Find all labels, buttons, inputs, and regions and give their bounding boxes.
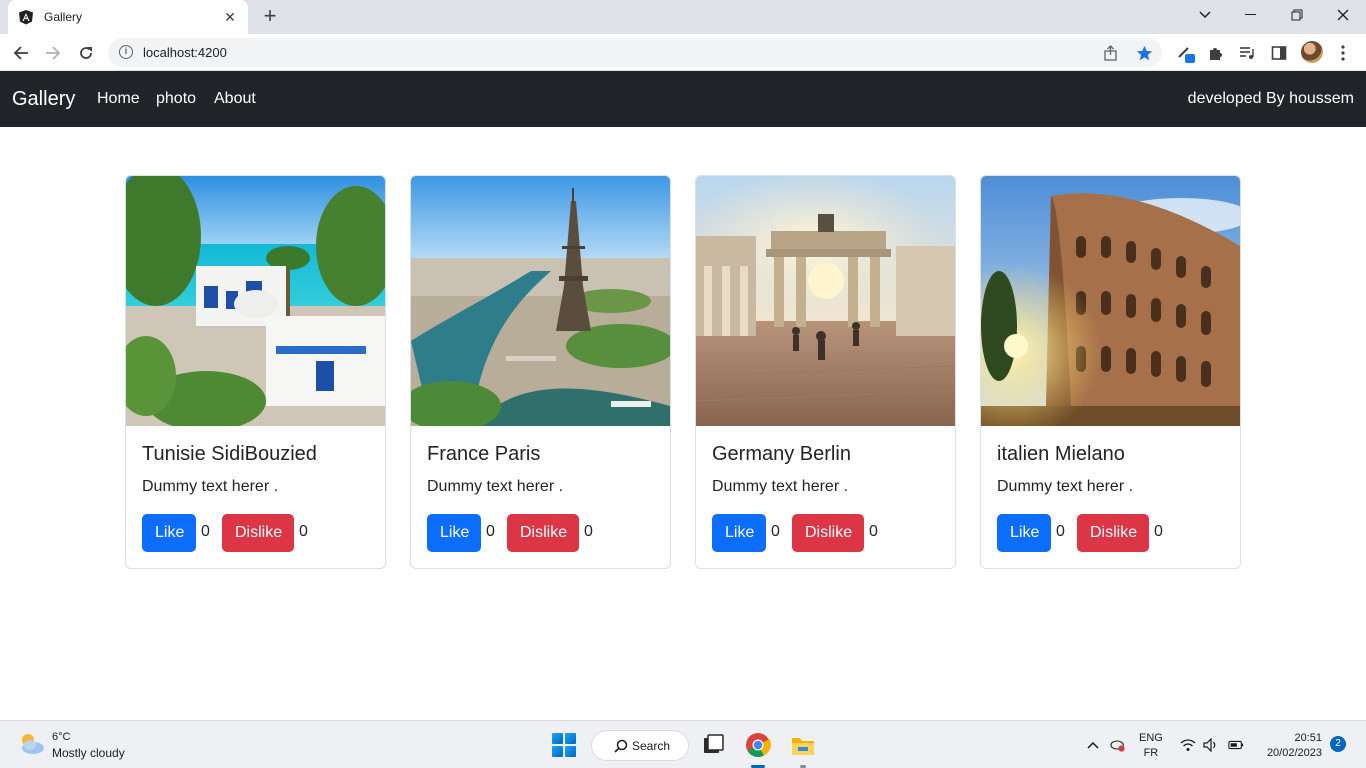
card-image-berlin <box>696 176 955 426</box>
gallery-card-rome: italien Mielano Dummy text herer . Like … <box>980 175 1241 569</box>
windows-start-icon[interactable] <box>552 733 576 757</box>
address-bar[interactable]: i localhost:4200 <box>108 38 1162 67</box>
card-title: italien Mielano <box>997 443 1125 465</box>
volume-icon[interactable] <box>1203 737 1219 753</box>
dislike-button[interactable]: Dislike <box>792 514 864 552</box>
nav-link-home[interactable]: Home <box>97 90 140 108</box>
extension-pen-icon[interactable] <box>1176 43 1196 63</box>
close-window-icon[interactable] <box>1320 0 1366 30</box>
nav-link-about[interactable]: About <box>214 90 256 108</box>
site-info-icon[interactable]: i <box>119 45 133 59</box>
like-button[interactable]: Like <box>712 514 766 552</box>
forward-icon[interactable] <box>40 40 66 66</box>
weather-temperature[interactable]: 6°C <box>52 731 70 743</box>
gallery-card-tunisie: Tunisie SidiBouzied Dummy text herer . L… <box>125 175 386 569</box>
windows-taskbar: 6°C Mostly cloudy Search ENG FR 20:51 20… <box>0 720 1366 768</box>
dislike-count: 0 <box>869 523 878 540</box>
angular-icon <box>19 10 33 25</box>
search-icon <box>614 739 628 753</box>
clock-time: 20:51 <box>1294 732 1322 744</box>
dislike-count: 0 <box>1154 523 1163 540</box>
card-text: Dummy text herer . <box>427 478 564 495</box>
language-bottom: FR <box>1143 747 1159 759</box>
card-text: Dummy text herer . <box>712 478 849 495</box>
dislike-button[interactable]: Dislike <box>1077 514 1149 552</box>
extensions-puzzle-icon[interactable] <box>1206 43 1226 63</box>
weather-condition[interactable]: Mostly cloudy <box>52 746 125 760</box>
gallery-card-berlin: Germany Berlin Dummy text herer . Like 0… <box>695 175 956 569</box>
media-control-icon[interactable] <box>1237 43 1257 63</box>
minimize-icon[interactable] <box>1228 0 1274 30</box>
card-image-tunisie <box>126 176 385 426</box>
like-button[interactable]: Like <box>142 514 196 552</box>
tab-title: Gallery <box>44 10 83 24</box>
new-tab-button[interactable]: + <box>258 5 282 29</box>
browser-tab-gallery[interactable]: Gallery ✕ <box>8 0 248 34</box>
file-explorer-icon[interactable] <box>790 732 816 758</box>
wifi-icon[interactable] <box>1180 737 1196 753</box>
reload-icon[interactable] <box>73 40 99 66</box>
nav-link-photo[interactable]: photo <box>156 90 196 108</box>
browser-tabstrip: Gallery ✕ + <box>0 0 1366 34</box>
like-button[interactable]: Like <box>427 514 481 552</box>
language-top: ENG <box>1139 732 1163 744</box>
restore-icon[interactable] <box>1274 0 1320 30</box>
card-text: Dummy text herer . <box>142 478 279 495</box>
dislike-button[interactable]: Dislike <box>507 514 579 552</box>
onedrive-icon[interactable] <box>1110 737 1126 753</box>
navbar-brand[interactable]: Gallery <box>12 88 75 111</box>
language-indicator[interactable]: ENG FR <box>1139 731 1163 761</box>
task-view-icon[interactable] <box>700 732 726 758</box>
card-text: Dummy text herer . <box>997 478 1134 495</box>
card-image-paris <box>411 176 670 426</box>
like-count: 0 <box>486 523 495 540</box>
like-count: 0 <box>771 523 780 540</box>
card-title: Tunisie SidiBouzied <box>142 443 317 465</box>
chevron-up-icon[interactable] <box>1085 737 1101 753</box>
dislike-count: 0 <box>584 523 593 540</box>
like-count: 0 <box>201 523 210 540</box>
profile-avatar[interactable] <box>1301 41 1323 63</box>
taskbar-search[interactable]: Search <box>591 730 689 761</box>
battery-icon[interactable] <box>1228 737 1244 753</box>
like-count: 0 <box>1056 523 1065 540</box>
like-button[interactable]: Like <box>997 514 1051 552</box>
search-label: Search <box>632 739 671 753</box>
close-tab-icon[interactable]: ✕ <box>222 9 238 26</box>
dislike-button[interactable]: Dislike <box>222 514 294 552</box>
card-title: Germany Berlin <box>712 443 851 465</box>
browser-toolbar: i localhost:4200 <box>0 34 1366 71</box>
chrome-icon[interactable] <box>745 732 771 758</box>
tab-search-icon[interactable] <box>1182 0 1228 30</box>
clock-date: 20/02/2023 <box>1266 747 1322 759</box>
chrome-menu-icon[interactable] <box>1333 43 1353 63</box>
app-navbar: Gallery Home photo About developed By ho… <box>0 71 1366 127</box>
bookmark-star-icon[interactable] <box>1135 44 1153 62</box>
card-image-colosseum <box>981 176 1240 426</box>
developer-credit: developed By houssem <box>1187 90 1354 107</box>
share-icon[interactable] <box>1102 44 1120 62</box>
taskbar-clock[interactable]: 20:51 20/02/2023 <box>1267 731 1322 761</box>
back-icon[interactable] <box>8 40 34 66</box>
card-title: France Paris <box>427 443 541 465</box>
side-panel-icon[interactable] <box>1269 43 1289 63</box>
weather-cloudy-icon[interactable] <box>18 731 46 757</box>
gallery-card-paris: France Paris Dummy text herer . Like 0 D… <box>410 175 671 569</box>
notification-badge[interactable]: 2 <box>1330 736 1346 752</box>
dislike-count: 0 <box>299 523 308 540</box>
url-text[interactable]: localhost:4200 <box>143 45 227 60</box>
